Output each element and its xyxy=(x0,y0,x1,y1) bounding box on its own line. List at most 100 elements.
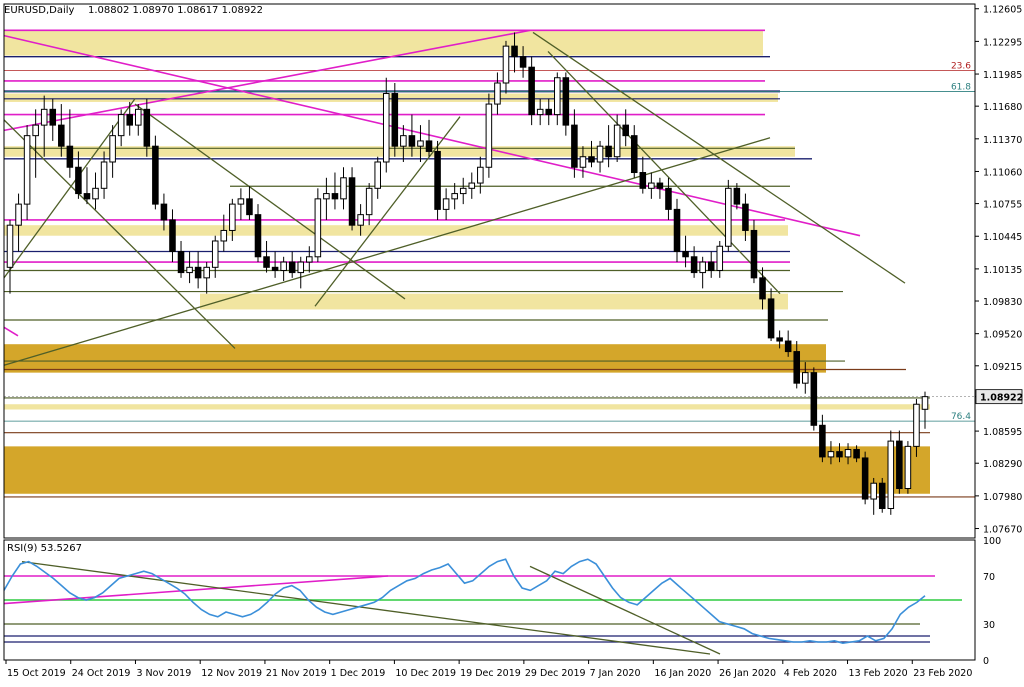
candle-body xyxy=(58,124,65,147)
candle-body xyxy=(331,193,339,200)
x-tick-label: 24 Oct 2019 xyxy=(72,668,131,679)
candle-body xyxy=(254,214,262,258)
candle-body xyxy=(220,229,228,242)
x-tick-label: 16 Jan 2020 xyxy=(654,668,711,679)
candle-body xyxy=(323,193,330,200)
y-tick-label: 1.11060 xyxy=(983,167,1022,178)
candle-body xyxy=(408,135,416,147)
candle-body xyxy=(15,203,22,226)
candle-body xyxy=(485,103,493,168)
candle-body xyxy=(656,182,664,189)
candle-body xyxy=(348,177,356,226)
candle-body xyxy=(246,198,253,216)
candle-body xyxy=(229,203,236,231)
y-tick-label: 1.10755 xyxy=(983,200,1022,211)
candle-body xyxy=(896,440,903,489)
fib-label: 76.4 xyxy=(951,412,971,422)
candle-body xyxy=(759,277,766,300)
candle-body xyxy=(417,140,424,147)
candle-body xyxy=(32,124,39,137)
ohlc-readout: 1.08802 1.08970 1.08617 1.08922 xyxy=(88,5,263,16)
candle-body xyxy=(152,145,159,205)
candle-body xyxy=(297,261,305,274)
x-tick-label: 7 Jan 2020 xyxy=(590,668,641,679)
rsi-y-tick-label: 100 xyxy=(983,536,1001,547)
chart-root: 1.12605 1.12295 1.11985 1.11680 1.11370 1.110… xyxy=(0,0,1024,683)
candle-body xyxy=(870,482,877,500)
candle-body xyxy=(588,156,595,163)
candle-body xyxy=(819,424,826,458)
candle-body xyxy=(143,108,151,147)
candle-body xyxy=(357,214,364,226)
y-tick-label: 1.09215 xyxy=(983,362,1022,373)
candle-body xyxy=(682,251,689,258)
candle-body xyxy=(613,124,621,158)
candle-body xyxy=(6,224,14,268)
candle xyxy=(528,56,535,126)
x-tick-label: 10 Dec 2019 xyxy=(395,668,456,679)
fib-label: 61.8 xyxy=(951,82,971,92)
candle-body xyxy=(605,145,612,158)
candle-body xyxy=(109,135,116,163)
candle-body xyxy=(494,82,501,105)
candle-body xyxy=(100,161,108,189)
y-tick-label: 1.12295 xyxy=(983,37,1022,48)
y-tick-label: 1.11370 xyxy=(983,135,1022,146)
candle-body xyxy=(562,77,570,126)
candle-body xyxy=(459,187,467,195)
candle-body xyxy=(836,451,843,458)
fib-label: 23.6 xyxy=(951,61,971,71)
y-tick-label: 1.11985 xyxy=(983,70,1022,81)
candle xyxy=(485,93,493,178)
x-tick-label: 19 Dec 2019 xyxy=(460,668,521,679)
candle-body xyxy=(211,240,219,268)
candle-body xyxy=(733,187,741,205)
candle-body xyxy=(673,208,681,253)
x-tick-label: 1 Dec 2019 xyxy=(331,668,386,679)
rsi-label: RSI(9) 53.5267 xyxy=(7,543,82,554)
candle-body xyxy=(784,340,792,353)
chart-svg: 1.12605 1.12295 1.11985 1.11680 1.11370 1.110… xyxy=(0,0,1024,683)
candle-body xyxy=(554,77,561,116)
candle-body xyxy=(648,182,655,189)
candle-body xyxy=(545,108,553,116)
candle-body xyxy=(699,261,706,274)
candle-body xyxy=(887,440,895,510)
candle xyxy=(434,140,441,220)
candle-body xyxy=(767,298,775,339)
rsi-y-tick-label: 70 xyxy=(983,572,995,583)
candle-body xyxy=(391,93,399,147)
y-tick-label: 1.09520 xyxy=(983,330,1022,341)
candle-body xyxy=(528,66,535,116)
candle-body xyxy=(511,45,518,58)
candle-body xyxy=(878,482,886,510)
candle-body xyxy=(160,203,168,221)
candle-body xyxy=(579,156,587,168)
candle-body xyxy=(340,177,347,200)
x-tick-label: 4 Feb 2020 xyxy=(784,668,837,679)
candle-body xyxy=(126,114,133,126)
candle-body xyxy=(742,203,749,231)
candle-body xyxy=(827,451,835,458)
candle xyxy=(391,82,399,157)
x-tick-label: 3 Nov 2019 xyxy=(136,668,191,679)
rsi-y-tick-label: 30 xyxy=(983,620,995,631)
candle xyxy=(861,451,869,505)
zone-band xyxy=(4,344,826,373)
symbol-label: EURUSD,Daily xyxy=(4,5,75,16)
zone-band xyxy=(4,446,930,494)
candle-body xyxy=(237,198,245,205)
candle-body xyxy=(263,256,270,268)
candle-body xyxy=(280,261,287,271)
candle xyxy=(904,441,912,494)
candle-body xyxy=(425,140,433,152)
zone-band xyxy=(4,225,788,236)
zone-band xyxy=(4,404,930,410)
rsi-y-tick-label: 0 xyxy=(983,656,989,667)
candle-body xyxy=(49,108,57,126)
candle-body xyxy=(519,56,527,68)
zone-band xyxy=(4,30,763,56)
candle-body xyxy=(314,198,322,258)
candle-body xyxy=(639,172,647,189)
candle-body xyxy=(400,135,407,147)
